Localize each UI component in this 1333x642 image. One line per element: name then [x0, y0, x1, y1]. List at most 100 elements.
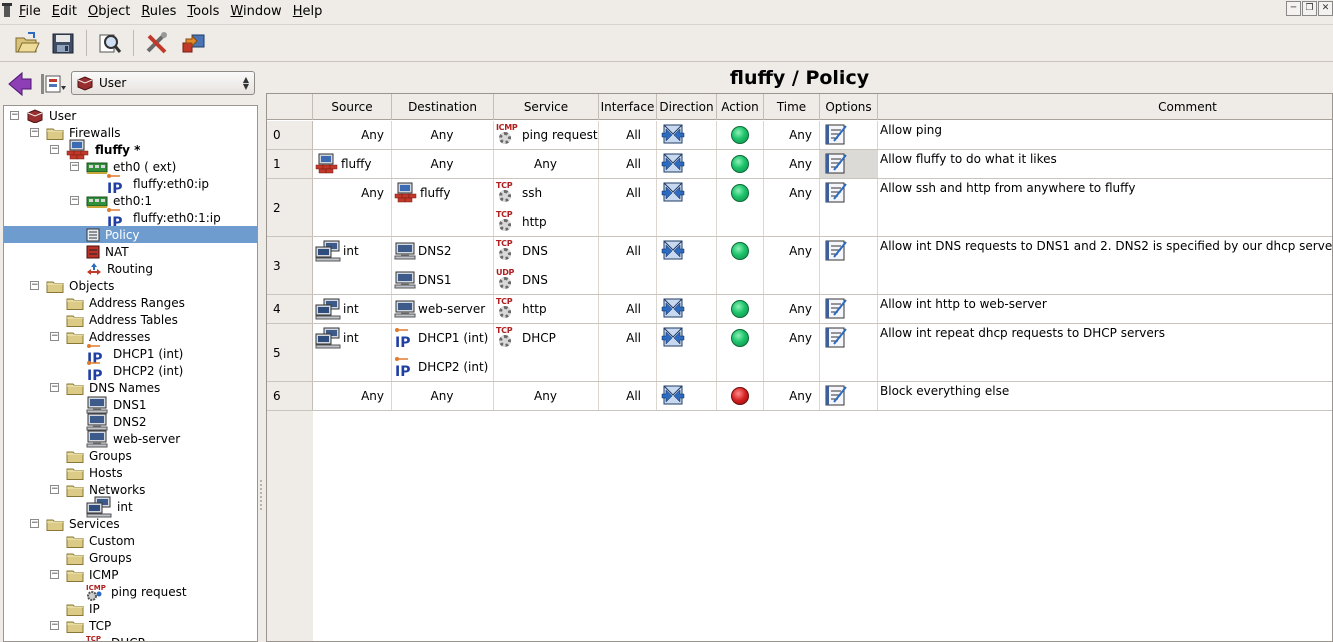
menu-object[interactable]: Object	[88, 4, 130, 19]
policy-rule-row[interactable]: 1 fluffy Any Any All Any Allow fluffy to do wh…	[267, 150, 1332, 179]
destination-object[interactable]: Any	[392, 153, 492, 175]
rule-cell-source[interactable]: int	[313, 324, 392, 381]
rule-cell-options[interactable]	[820, 324, 878, 381]
destination-object[interactable]: IP DHCP2 (int)	[392, 356, 492, 378]
rule-cell-comment[interactable]: Allow ssh and http from anywhere to fluf…	[878, 179, 1332, 236]
column-header-source[interactable]: Source	[313, 94, 392, 120]
service-object[interactable]: Any	[494, 151, 597, 177]
tree-item-ip[interactable]: IP	[66, 600, 100, 617]
rule-cell-time[interactable]: Any	[764, 382, 820, 410]
column-header-direction[interactable]: Direction	[657, 94, 717, 120]
tree-expander[interactable]: −	[50, 570, 59, 579]
rule-cell-service[interactable]: TCP http	[494, 295, 599, 323]
rule-cell-action[interactable]	[717, 382, 764, 410]
rule-cell-source[interactable]: int	[313, 295, 392, 323]
destination-object[interactable]: IP DHCP1 (int)	[392, 327, 492, 349]
rule-cell-comment[interactable]: Allow ping	[878, 121, 1332, 149]
rule-cell-time[interactable]: Any	[764, 295, 820, 323]
menu-file[interactable]: File	[19, 4, 41, 19]
rule-cell-service[interactable]: Any	[494, 150, 599, 178]
tree-item-dns-names[interactable]: DNS Names	[66, 379, 160, 396]
rule-cell-service[interactable]: Any	[494, 382, 599, 410]
rule-cell-interface[interactable]: All	[599, 295, 657, 323]
save-button[interactable]	[48, 28, 78, 58]
rule-cell-service[interactable]: TCP DHCP	[494, 324, 599, 381]
rule-cell-comment[interactable]: Allow int DNS requests to DNS1 and 2. DN…	[878, 237, 1332, 294]
minimize-button[interactable]: ─	[1286, 1, 1301, 16]
tree-expander[interactable]: −	[50, 621, 59, 630]
rule-cell-interface[interactable]: All	[599, 121, 657, 149]
tree-item-fluffy-eth0-ip[interactable]: IP fluffy:eth0:ip	[106, 173, 209, 195]
tree-item-routing[interactable]: Routing	[86, 260, 153, 277]
rule-cell-direction[interactable]	[657, 295, 717, 323]
tree-item-eth0-ext[interactable]: eth0 ( ext)	[86, 158, 176, 175]
rule-cell-destination[interactable]: DNS2 DNS1	[392, 237, 494, 294]
tree-item-custom[interactable]: Custom	[66, 532, 135, 549]
rule-cell-interface[interactable]: All	[599, 382, 657, 410]
rule-cell-service[interactable]: TCP ssh TCP http	[494, 179, 599, 236]
install-button[interactable]	[178, 28, 208, 58]
tree-item-tcp[interactable]: TCP	[66, 617, 111, 634]
find-button[interactable]	[95, 28, 125, 58]
rule-cell-action[interactable]	[717, 295, 764, 323]
destination-object[interactable]: web-server	[392, 298, 492, 320]
rule-cell-direction[interactable]	[657, 324, 717, 381]
rule-cell-direction[interactable]	[657, 237, 717, 294]
tree-item-fluffy-eth0-1-ip[interactable]: IP fluffy:eth0:1:ip	[106, 207, 221, 229]
new-object-button[interactable]	[40, 71, 68, 97]
rule-cell-source[interactable]: Any	[313, 179, 392, 236]
tree-item-dns2[interactable]: DNS2	[86, 413, 146, 430]
destination-object[interactable]: DNS2	[392, 240, 492, 262]
rule-cell-destination[interactable]: web-server	[392, 295, 494, 323]
tree-item-address-tables[interactable]: Address Tables	[66, 311, 178, 328]
rule-cell-interface[interactable]: All	[599, 237, 657, 294]
tree-item-ping-request[interactable]: ICMP ping request	[86, 583, 187, 601]
rule-cell-comment[interactable]: Allow int http to web-server	[878, 295, 1332, 323]
service-object[interactable]: ICMP ping request	[494, 122, 598, 148]
service-object[interactable]: TCP http	[494, 296, 597, 322]
close-button[interactable]: ✕	[1318, 1, 1333, 16]
tree-item-groups[interactable]: Groups	[66, 549, 132, 566]
rule-cell-time[interactable]: Any	[764, 121, 820, 149]
tree-item-dhcp2-int[interactable]: IP DHCP2 (int)	[86, 360, 183, 382]
rule-cell-time[interactable]: Any	[764, 150, 820, 178]
rule-cell-comment[interactable]: Allow fluffy to do what it likes	[878, 150, 1332, 178]
rule-cell-service[interactable]: TCP DNS UDP DNS	[494, 237, 599, 294]
source-object[interactable]: Any	[313, 124, 390, 146]
menu-help[interactable]: Help	[293, 4, 323, 19]
destination-object[interactable]: DNS1	[392, 269, 492, 291]
service-object[interactable]: TCP http	[494, 209, 597, 235]
rule-cell-direction[interactable]	[657, 179, 717, 236]
rule-cell-destination[interactable]: Any	[392, 382, 494, 410]
tree-item-address-ranges[interactable]: Address Ranges	[66, 294, 185, 311]
library-select[interactable]: User ▲ ▼	[71, 71, 255, 95]
rule-cell-comment[interactable]: Allow int repeat dhcp requests to DHCP s…	[878, 324, 1332, 381]
rule-cell-options[interactable]	[820, 295, 878, 323]
tree-expander[interactable]: −	[70, 162, 79, 171]
menu-rules[interactable]: Rules	[141, 4, 176, 19]
column-header-service[interactable]: Service	[494, 94, 599, 120]
rule-cell-options[interactable]	[820, 150, 878, 178]
tree-item-web-server[interactable]: web-server	[86, 430, 180, 447]
service-object[interactable]: TCP DNS	[494, 238, 597, 264]
tree-item-objects[interactable]: Objects	[46, 277, 114, 294]
tree-item-addresses[interactable]: Addresses	[66, 328, 150, 345]
policy-rule-row[interactable]: 5 int IP DHCP1 (int) IP DHCP2 (int) TCP DHCP All…	[267, 324, 1332, 382]
rule-cell-direction[interactable]	[657, 150, 717, 178]
source-object[interactable]: int	[313, 327, 390, 349]
splitter-handle[interactable]	[260, 480, 262, 510]
column-header-interface[interactable]: Interface	[599, 94, 657, 120]
tree-item-user[interactable]: User	[26, 107, 76, 124]
rule-cell-source[interactable]: int	[313, 237, 392, 294]
policy-rule-row[interactable]: 4 int web-server TCP http All Any Allow int htt…	[267, 295, 1332, 324]
rule-cell-action[interactable]	[717, 121, 764, 149]
tree-item-fluffy[interactable]: fluffy *	[66, 139, 140, 159]
column-header-time[interactable]: Time	[764, 94, 820, 120]
tree-item-dhcp[interactable]: TCP DHCP	[86, 634, 145, 642]
rule-cell-destination[interactable]: Any	[392, 150, 494, 178]
rule-cell-options[interactable]	[820, 179, 878, 236]
rule-cell-service[interactable]: ICMP ping request	[494, 121, 599, 149]
rule-cell-time[interactable]: Any	[764, 237, 820, 294]
source-object[interactable]: fluffy	[313, 153, 390, 175]
rule-cell-action[interactable]	[717, 324, 764, 381]
